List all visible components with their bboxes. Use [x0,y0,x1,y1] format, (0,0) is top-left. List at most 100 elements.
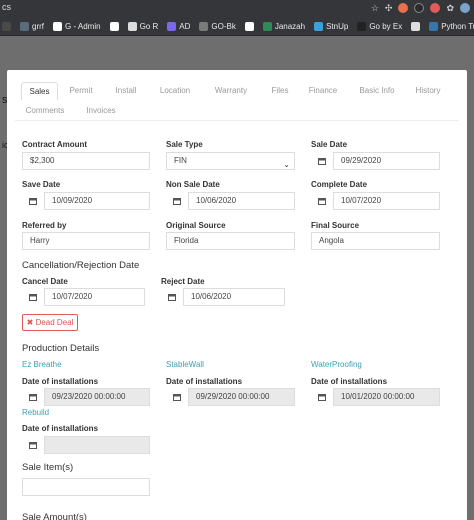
extension-dark-icon[interactable] [414,3,425,13]
final-source-label: Final Source [311,221,360,230]
extension-orange-icon[interactable] [398,3,409,13]
dead-deal-button[interactable]: ✖ Dead Deal [22,314,78,331]
sale-items-section-title: Sale Item(s) [22,462,74,473]
tab-invoices[interactable]: Invoices [85,102,117,120]
bookmark-label: GO-Bk [211,21,236,31]
tab-warranty[interactable]: Warranty [211,82,251,100]
bookmark-label: Go by Ex [369,21,403,31]
cancel-date-label: Cancel Date [22,277,68,286]
bookmark-item[interactable] [109,21,119,31]
browser-toolbar-icons: ☆ ✣ ✿ [371,2,470,14]
non-sale-date-label: Non Sale Date [166,180,220,189]
bookmark-favicon-icon [167,21,177,31]
calendar-icon[interactable] [22,436,44,454]
star-icon[interactable]: ☆ [371,2,379,14]
bookmark-item[interactable]: grrf [20,21,44,31]
bookmark-favicon-icon [53,21,62,31]
sale-date-input[interactable]: 09/29/2020 [333,152,440,170]
product-link-waterproofing[interactable]: WaterProofing [311,360,362,369]
bookmark-item[interactable]: G - Admin [53,21,101,31]
cancel-date-input[interactable]: 10/07/2020 [44,288,145,306]
bookmarks-bar: grrf G - Admin Go R AD GO-Bk Janazah StnUp Go b… [0,17,474,36]
installation-date-input: 09/29/2020 00:00:00 [188,388,295,406]
calendar-icon[interactable] [22,288,44,306]
save-date-input[interactable]: 10/09/2020 [44,192,150,210]
product-link-rebuild[interactable]: Rebuild [22,408,49,417]
bookmark-item[interactable]: GO-Bk [199,21,236,31]
sale-type-label: Sale Type [166,140,203,149]
bookmark-item[interactable]: AD [167,21,191,31]
complete-date-input[interactable]: 10/07/2020 [333,192,440,210]
production-section-title: Production Details [22,343,100,354]
extension-icon[interactable]: ✣ [385,2,393,14]
bookmark-label: Janazah [274,21,306,31]
original-source-label: Original Source [166,221,226,230]
calendar-icon[interactable] [166,388,188,406]
tab-location[interactable]: Location [157,82,193,100]
puzzle-icon[interactable]: ✿ [446,2,454,14]
product-link-ez-breathe[interactable]: Ez Breathe [22,360,62,369]
tab-files[interactable]: Files [269,82,291,100]
browser-tab-title[interactable]: cs [2,2,11,12]
profile-avatar-icon[interactable] [460,3,470,13]
bookmark-item[interactable] [411,21,421,31]
calendar-icon[interactable] [22,192,44,210]
bookmark-favicon-icon [262,21,272,31]
dead-deal-label: Dead Deal [35,318,74,327]
bookmark-favicon-icon [411,21,421,31]
tab-basic-info[interactable]: Basic Info [357,82,397,100]
installation-date-input: 10/01/2020 00:00:00 [333,388,440,406]
cancellation-section-title: Cancellation/Rejection Date [22,260,140,271]
bookmark-item[interactable]: Python Tut [429,21,474,31]
bookmark-label: AD [179,21,191,31]
referred-by-label: Referred by [22,221,67,230]
bookmark-favicon-icon [429,21,439,31]
chevron-down-icon: ⌄ [283,160,290,169]
tab-sales[interactable]: Sales [21,82,58,100]
sale-amounts-section-title: Sale Amount(s) [22,512,87,520]
product-link-stablewall[interactable]: StableWall [166,360,204,369]
bookmark-item[interactable] [244,21,254,31]
bookmark-item[interactable]: Go R [127,21,158,31]
installation-date-label: Date of installations [311,377,388,386]
installation-date-label: Date of installations [22,424,99,433]
referred-by-input[interactable]: Harry [22,232,150,250]
reject-date-input[interactable]: 10/06/2020 [183,288,285,306]
original-source-input[interactable]: Florida [166,232,295,250]
calendar-icon[interactable] [166,192,188,210]
bookmark-favicon-icon [357,21,367,31]
sale-date-label: Sale Date [311,140,348,149]
bookmark-label: grrf [32,21,44,31]
tab-finance[interactable]: Finance [307,82,339,100]
installation-date-input: 09/23/2020 00:00:00 [44,388,150,406]
final-source-input[interactable]: Angola [311,232,440,250]
calendar-icon[interactable] [311,152,333,170]
sale-type-select[interactable]: FIN ⌄ [166,152,295,170]
sale-items-input[interactable] [22,478,150,496]
complete-date-label: Complete Date [311,180,368,189]
tab-history[interactable]: History [413,82,443,100]
bookmark-favicon-icon [20,21,29,31]
bookmark-item[interactable]: Go by Ex [357,21,403,31]
bookmark-label: Python Tut [441,21,474,31]
save-date-label: Save Date [22,180,61,189]
tab-comments[interactable]: Comments [25,102,65,120]
contract-amount-label: Contract Amount [22,140,88,149]
bookmark-item[interactable] [2,21,11,31]
calendar-icon[interactable] [311,192,333,210]
calendar-icon[interactable] [161,288,183,306]
bookmark-item[interactable]: Janazah [262,21,306,31]
bookmark-favicon-icon [244,21,254,31]
bookmark-item[interactable]: StnUp [314,21,348,31]
calendar-icon[interactable] [311,388,333,406]
non-sale-date-input[interactable]: 10/06/2020 [188,192,295,210]
reject-date-label: Reject Date [161,277,205,286]
bookmark-favicon-icon [199,21,209,31]
tab-permit[interactable]: Permit [65,82,97,100]
sale-details-modal: Sales Permit Install Location Warranty F… [7,70,467,520]
tab-install[interactable]: Install [111,82,141,100]
installation-date-input [44,436,150,454]
calendar-icon[interactable] [22,388,44,406]
contract-amount-input[interactable]: $2,300 [22,152,150,170]
extension-red-icon[interactable] [430,3,441,13]
